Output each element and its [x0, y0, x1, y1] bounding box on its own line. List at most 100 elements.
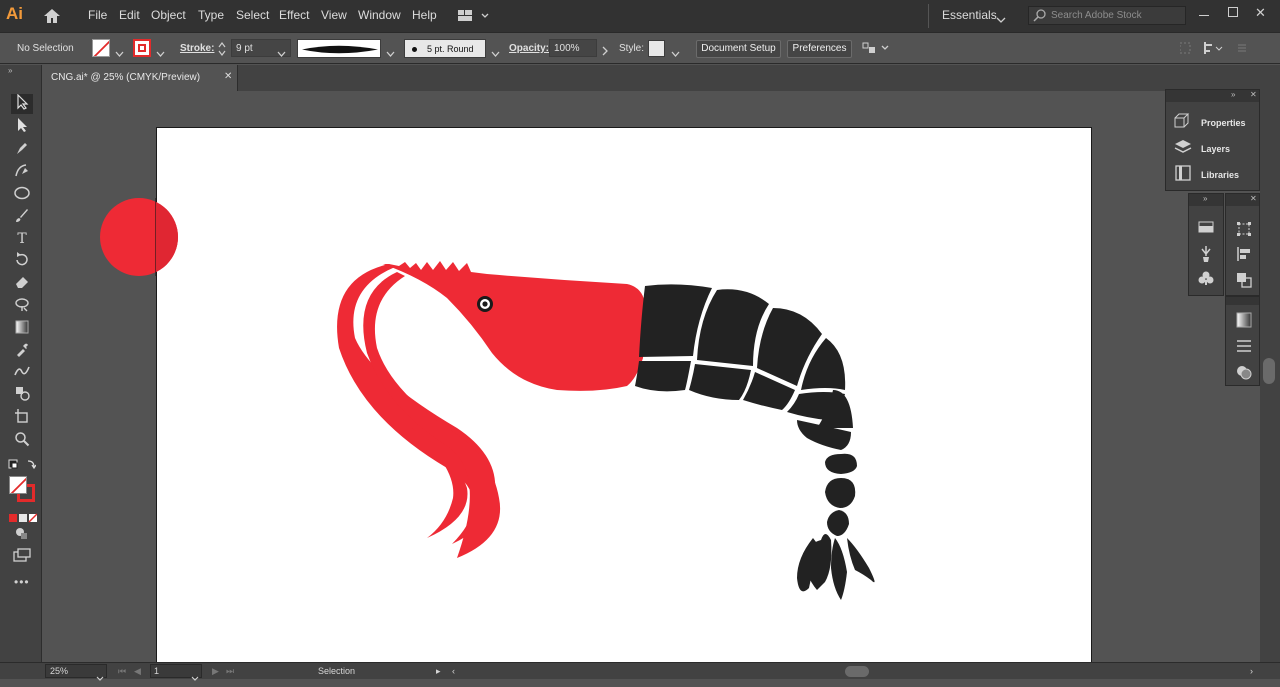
minimize-window-icon[interactable] — [1199, 15, 1209, 16]
close-window-icon[interactable]: ✕ — [1255, 5, 1266, 21]
close-panel-icon[interactable]: ✕ — [1250, 90, 1257, 99]
document-setup-button[interactable]: Document Setup — [696, 40, 781, 58]
menu-help[interactable]: Help — [412, 8, 437, 22]
layers-panel-tab[interactable]: Layers — [1166, 138, 1259, 158]
last-artboard-icon[interactable]: ⏭ — [226, 666, 234, 677]
vertical-scrollbar[interactable] — [1260, 91, 1280, 662]
stroke-chevron-down-icon[interactable] — [156, 45, 165, 63]
blend-tool-icon[interactable] — [11, 363, 33, 383]
symbols-icon[interactable] — [1196, 270, 1216, 289]
close-panel-icon[interactable]: ✕ — [1250, 194, 1257, 203]
menu-effect[interactable]: Effect — [279, 8, 309, 22]
opacity-label[interactable]: Opacity: — [509, 43, 549, 54]
symbol-sprayer-tool-icon[interactable] — [11, 385, 33, 405]
eraser-tool-icon[interactable] — [11, 274, 33, 294]
stroke-stepper-icon[interactable] — [218, 41, 226, 62]
artboard-chevron-down-icon[interactable] — [191, 669, 199, 687]
brushes-icon[interactable] — [1196, 245, 1216, 266]
direct-selection-tool-icon[interactable] — [11, 117, 33, 137]
status-menu-icon[interactable]: ▸ — [436, 666, 441, 677]
gradient-panel-icon[interactable] — [1234, 312, 1254, 331]
eyedropper-tool-icon[interactable] — [11, 341, 33, 361]
shrimp-artwork[interactable] — [157, 128, 1093, 662]
opacity-chevron-right-icon[interactable] — [602, 43, 609, 61]
opacity-field[interactable]: 100% — [549, 39, 597, 57]
free-transform-tool-icon[interactable] — [11, 296, 33, 316]
menu-edit[interactable]: Edit — [119, 8, 140, 22]
workspace-switcher[interactable]: Essentials — [942, 8, 997, 22]
screen-mode-icon[interactable] — [13, 548, 31, 567]
brush-label: 5 pt. Round — [427, 44, 474, 54]
variable-width-profile[interactable] — [297, 39, 381, 58]
artboard-tool-icon[interactable] — [11, 408, 33, 428]
artboard[interactable] — [156, 127, 1092, 662]
properties-panel-tab[interactable]: Properties — [1166, 112, 1259, 132]
menu-view[interactable]: View — [321, 8, 347, 22]
fill-chevron-down-icon[interactable] — [115, 45, 124, 63]
menu-file[interactable]: File — [88, 8, 107, 22]
pathfinder-icon[interactable] — [1234, 272, 1254, 291]
stroke-swatch[interactable] — [133, 39, 151, 57]
graphic-style-swatch[interactable] — [648, 40, 665, 57]
profile-chevron-down-icon[interactable] — [386, 45, 395, 63]
transparency-icon[interactable] — [1234, 364, 1254, 383]
drawing-mode-icon[interactable] — [15, 526, 29, 545]
zoom-tool-icon[interactable] — [11, 431, 33, 451]
menu-window[interactable]: Window — [358, 8, 401, 22]
collapse-panel-icon[interactable]: » — [1203, 194, 1207, 203]
red-circle-shape[interactable] — [100, 198, 178, 276]
rotate-tool-icon[interactable] — [11, 251, 33, 271]
horizontal-scroll-thumb[interactable] — [845, 666, 869, 677]
maximize-window-icon[interactable] — [1228, 7, 1238, 17]
transform-icon[interactable] — [1234, 221, 1254, 240]
zoom-field[interactable]: 25% — [45, 664, 107, 681]
type-tool-icon[interactable]: T — [11, 229, 33, 249]
close-tab-icon[interactable]: ✕ — [224, 71, 232, 82]
previous-artboard-icon[interactable]: ◀ — [134, 666, 141, 677]
next-artboard-icon[interactable]: ▶ — [212, 666, 219, 677]
panel-header-b: ✕ — [1226, 194, 1259, 206]
swap-fill-stroke-icon[interactable] — [8, 458, 37, 477]
fill-stroke-indicator[interactable] — [9, 476, 37, 504]
stroke-label[interactable]: Stroke: — [180, 43, 214, 54]
menu-select[interactable]: Select — [236, 8, 269, 22]
preferences-button[interactable]: Preferences — [787, 40, 852, 58]
align-panel-icon[interactable] — [1234, 246, 1254, 265]
search-input[interactable]: Search Adobe Stock — [1051, 10, 1142, 21]
artboard-number-field[interactable]: 1 — [150, 664, 202, 681]
libraries-panel-tab[interactable]: Libraries — [1166, 164, 1259, 184]
canvas-area[interactable] — [42, 91, 1260, 662]
selection-tool-icon[interactable] — [11, 93, 33, 114]
stroke-panel-icon[interactable] — [1234, 339, 1254, 356]
layers-label: Layers — [1201, 144, 1231, 154]
home-icon[interactable] — [42, 7, 62, 25]
search-stock-field[interactable]: Search Adobe Stock — [1028, 6, 1186, 25]
edit-toolbar-icon[interactable]: ••• — [14, 575, 30, 589]
first-artboard-icon[interactable]: ⏮ — [118, 666, 126, 677]
paintbrush-tool-icon[interactable] — [11, 207, 33, 227]
pen-tool-icon[interactable] — [11, 140, 33, 160]
brush-dot-icon — [412, 47, 417, 52]
brush-definition[interactable]: 5 pt. Round — [404, 39, 486, 58]
arrange-icon[interactable] — [862, 41, 890, 60]
arrange-documents-icon[interactable] — [458, 9, 490, 23]
curvature-tool-icon[interactable] — [11, 162, 33, 182]
menu-type[interactable]: Type — [198, 8, 224, 22]
scroll-right-icon[interactable]: › — [1250, 666, 1253, 676]
scroll-left-icon[interactable]: ‹ — [452, 666, 455, 676]
document-tab[interactable]: CNG.ai* @ 25% (CMYK/Preview) ✕ — [42, 65, 238, 91]
scroll-thumb[interactable] — [1263, 358, 1275, 384]
swatches-icon[interactable] — [1196, 221, 1216, 236]
libraries-icon — [1173, 165, 1193, 184]
collapse-panel-icon[interactable]: » — [1231, 90, 1235, 99]
brush-chevron-down-icon[interactable] — [491, 45, 500, 63]
menu-object[interactable]: Object — [151, 8, 186, 22]
ellipse-tool-icon[interactable] — [11, 185, 33, 205]
artboard-number: 1 — [154, 666, 160, 676]
gradient-tool-icon[interactable] — [11, 319, 33, 339]
toolbar-collapse-icon[interactable]: » — [8, 66, 12, 75]
style-chevron-down-icon[interactable] — [671, 45, 680, 63]
stroke-weight-chevron-icon[interactable] — [277, 45, 286, 63]
zoom-chevron-down-icon[interactable] — [96, 669, 104, 687]
fill-swatch[interactable] — [92, 39, 110, 57]
